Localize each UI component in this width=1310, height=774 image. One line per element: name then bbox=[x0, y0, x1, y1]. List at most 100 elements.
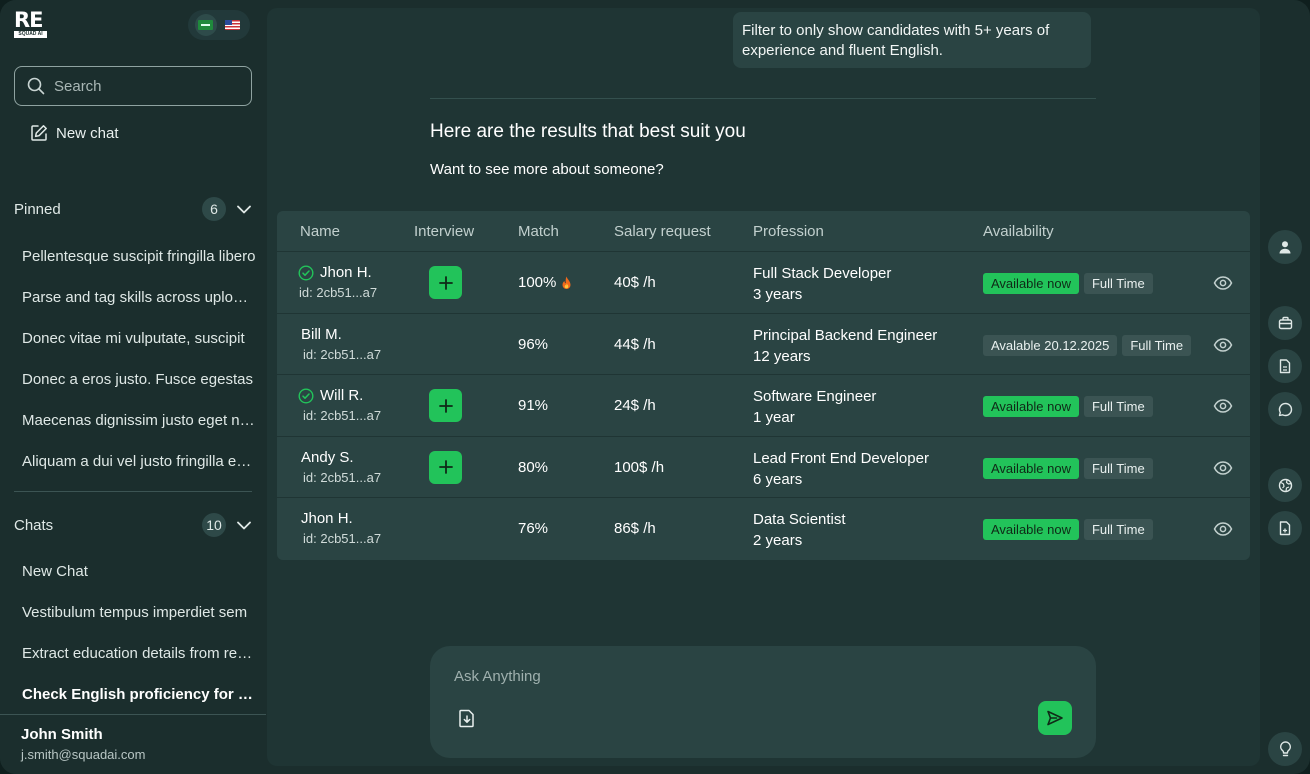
add-interview-button[interactable] bbox=[429, 450, 462, 484]
files-rail-button[interactable] bbox=[1268, 511, 1302, 545]
chat-item[interactable]: New Chat bbox=[22, 551, 258, 592]
eye-icon[interactable] bbox=[1213, 275, 1233, 291]
pinned-label: Pinned bbox=[14, 200, 61, 218]
table-row[interactable]: Will R. id: 2cb51...a7 91% 24$ /h Softwa… bbox=[277, 374, 1250, 436]
col-match[interactable]: Match bbox=[518, 223, 559, 240]
documents-rail-button[interactable] bbox=[1268, 349, 1302, 383]
availability-badge: Available now bbox=[983, 519, 1079, 540]
match-cell: 100% bbox=[518, 274, 572, 291]
add-interview-button[interactable] bbox=[429, 389, 462, 422]
chat-item[interactable]: Vestibulum tempus imperdiet sem bbox=[22, 592, 258, 633]
profession-cell: Data Scientist 2 years bbox=[753, 509, 846, 551]
sa-flag-icon[interactable] bbox=[194, 14, 217, 36]
pinned-item[interactable]: Donec vitae mi vulputate, suscipit bbox=[22, 318, 258, 359]
user-email: j.smith@squadai.com bbox=[21, 747, 146, 762]
explore-rail-button[interactable] bbox=[1268, 468, 1302, 502]
col-availability[interactable]: Availability bbox=[983, 223, 1054, 240]
pinned-item[interactable]: Parse and tag skills across uploaded bbox=[22, 277, 258, 318]
candidate-id: id: 2cb51...a7 bbox=[299, 285, 378, 300]
profession-title: Full Stack Developer bbox=[753, 265, 892, 282]
edit-icon bbox=[31, 125, 47, 141]
candidate-name: Bill M. bbox=[301, 325, 342, 343]
table-row[interactable]: Bill M. id: 2cb51...a7 96% 44$ /h Princi… bbox=[277, 312, 1250, 375]
availability-cell: Available now Full Time bbox=[983, 273, 1158, 294]
pinned-item[interactable]: Pellentesque suscipit fringilla libero bbox=[22, 236, 258, 277]
availability-badge: Available now bbox=[983, 457, 1079, 479]
experience-years: 1 year bbox=[753, 409, 795, 426]
plus-icon bbox=[438, 275, 453, 290]
candidate-id: id: 2cb51...a7 bbox=[303, 469, 382, 485]
add-interview-button[interactable] bbox=[429, 266, 462, 299]
candidate-name-cell: Will R. id: 2cb51...a7 bbox=[298, 387, 381, 423]
eye-icon[interactable] bbox=[1213, 460, 1233, 476]
table-row[interactable]: Jhon H. id: 2cb51...a7 100% 40$ /h Full … bbox=[277, 251, 1250, 313]
chat-item-active[interactable]: Check English proficiency for all candid… bbox=[22, 674, 258, 715]
profession-title: Lead Front End Developer bbox=[753, 449, 929, 467]
chevron-down-icon[interactable] bbox=[236, 201, 252, 217]
pinned-list: Pellentesque suscipit fringilla libero P… bbox=[22, 236, 258, 482]
message-divider bbox=[430, 98, 1096, 99]
search-icon bbox=[27, 77, 45, 95]
availability-badge: Available now bbox=[983, 273, 1079, 294]
profession-cell: Full Stack Developer 3 years bbox=[753, 263, 891, 305]
tips-rail-button[interactable] bbox=[1268, 732, 1302, 766]
us-flag-icon[interactable] bbox=[222, 14, 244, 36]
employment-type-badge: Full Time bbox=[1122, 334, 1192, 356]
chat-panel: Filter to only show candidates with 5+ y… bbox=[267, 8, 1260, 766]
app-window: RE SQUAD AI New chat Pinned 6 Pellentesq… bbox=[0, 0, 1310, 774]
salary-value: 40$ /h bbox=[614, 274, 656, 291]
match-value: 100% bbox=[518, 274, 557, 291]
col-interview[interactable]: Interview bbox=[414, 223, 474, 240]
pinned-header[interactable]: Pinned 6 bbox=[14, 197, 252, 221]
new-chat-button[interactable]: New chat bbox=[30, 124, 119, 142]
eye-icon[interactable] bbox=[1213, 521, 1233, 537]
logo[interactable]: RE SQUAD AI bbox=[14, 10, 48, 38]
profession-cell: Principal Backend Engineer 12 years bbox=[753, 325, 937, 367]
table-row[interactable]: Jhon H. id: 2cb51...a7 76% 86$ /h Data S… bbox=[277, 497, 1250, 559]
experience-years: 2 years bbox=[753, 532, 803, 549]
chat-item-label: Check English proficiency for all candid… bbox=[22, 686, 256, 703]
availability-badge: Avalable 20.12.2025 bbox=[983, 334, 1118, 356]
chevron-down-icon[interactable] bbox=[236, 517, 252, 533]
sidebar: RE SQUAD AI New chat Pinned 6 Pellentesq… bbox=[0, 0, 266, 774]
candidate-name: Andy S. bbox=[301, 448, 354, 466]
salary-value: 86$ /h bbox=[614, 520, 656, 537]
table-row[interactable]: Andy S. id: 2cb51...a7 80% 100$ /h Lead … bbox=[277, 435, 1250, 498]
attach-file-icon[interactable] bbox=[457, 708, 477, 728]
pinned-item-label: Parse and tag skills across uploaded bbox=[22, 289, 256, 306]
employment-type-badge: Full Time bbox=[1083, 519, 1153, 540]
chat-item[interactable]: Extract education details from resumes bbox=[22, 633, 258, 674]
message-composer bbox=[430, 646, 1096, 758]
col-profession[interactable]: Profession bbox=[753, 223, 824, 240]
chats-header[interactable]: Chats 10 bbox=[14, 513, 252, 537]
chat-rail-button[interactable] bbox=[1268, 392, 1302, 426]
file-icon bbox=[1279, 520, 1291, 535]
salary-value: 24$ /h bbox=[614, 397, 656, 414]
eye-icon[interactable] bbox=[1213, 398, 1233, 414]
pinned-item[interactable]: Donec a eros justo. Fusce egestas bbox=[22, 359, 258, 400]
jobs-rail-button[interactable] bbox=[1268, 306, 1302, 340]
pinned-item-label: Donec vitae mi vulputate, suscipit bbox=[22, 330, 245, 347]
lightbulb-icon bbox=[1279, 741, 1291, 757]
profile-rail-button[interactable] bbox=[1268, 230, 1302, 264]
employment-type-badge: Full Time bbox=[1083, 273, 1153, 294]
pinned-item[interactable]: Maecenas dignissim justo eget nulla bbox=[22, 400, 258, 441]
plus-icon bbox=[438, 460, 453, 474]
table-header: Name Interview Match Salary request Prof… bbox=[277, 211, 1250, 251]
col-salary[interactable]: Salary request bbox=[614, 223, 711, 240]
chats-count-badge: 10 bbox=[202, 513, 226, 537]
profession-cell: Software Engineer 1 year bbox=[753, 386, 876, 428]
user-icon bbox=[1279, 241, 1291, 254]
briefcase-icon bbox=[1278, 316, 1292, 330]
pinned-item[interactable]: Aliquam a dui vel justo fringilla euismo… bbox=[22, 441, 258, 482]
profession-title: Principal Backend Engineer bbox=[753, 326, 938, 344]
user-profile[interactable]: John Smith j.smith@squadai.com bbox=[0, 714, 266, 774]
search-input[interactable] bbox=[54, 77, 234, 95]
ask-input[interactable] bbox=[454, 668, 1014, 685]
pinned-item-label: Pellentesque suscipit fringilla libero bbox=[22, 248, 256, 265]
profession-title: Data Scientist bbox=[753, 511, 846, 528]
col-name[interactable]: Name bbox=[300, 223, 340, 240]
match-value: 96% bbox=[518, 335, 549, 353]
eye-icon[interactable] bbox=[1213, 337, 1233, 353]
send-button[interactable] bbox=[1038, 701, 1072, 735]
